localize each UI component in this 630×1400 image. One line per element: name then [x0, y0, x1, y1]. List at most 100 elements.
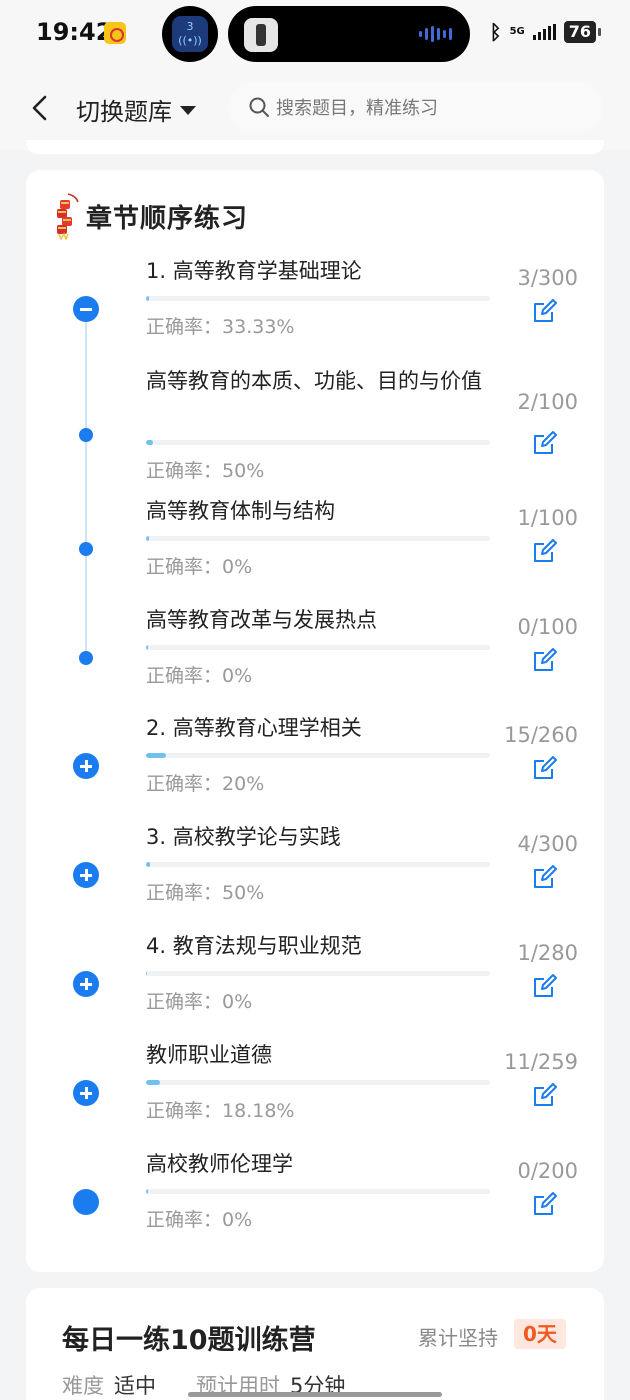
progress-bar [146, 645, 490, 650]
streak-badge: 0天 [514, 1319, 566, 1349]
bubble-badge: 3 [186, 20, 194, 33]
question-count: 4/300 [517, 832, 578, 856]
bluetooth-icon: ᛒ [489, 20, 502, 44]
streak-label: 累计坚持 [418, 1326, 498, 1350]
difficulty-value: 适中 [114, 1374, 156, 1398]
chapter-item[interactable]: 教师职业道德 正确率：18.18% 11/259 [26, 1042, 604, 1142]
chapter-item[interactable]: 2. 高等教育心理学相关 正确率：20% 15/260 [26, 715, 604, 815]
home-indicator[interactable] [188, 1392, 442, 1397]
dynamic-island[interactable] [228, 6, 470, 62]
status-time: 19:42 [36, 18, 113, 46]
expand-icon[interactable] [73, 971, 99, 997]
progress-fill [146, 296, 150, 301]
accuracy-value: 20% [222, 773, 265, 795]
accuracy-value: 0% [222, 1209, 253, 1231]
accuracy-value: 50% [222, 882, 265, 904]
chapter-item[interactable]: 高等教育体制与结构 正确率：0% 1/100 [26, 498, 604, 598]
collapse-icon[interactable] [73, 296, 99, 322]
chapter-item[interactable]: 高校教师伦理学 正确率：0% 0/200 [26, 1151, 604, 1251]
timeline-dot-icon [73, 1189, 99, 1215]
section-title: 章节顺序练习 [86, 203, 249, 234]
question-count: 2/100 [517, 390, 578, 414]
edit-practice-icon[interactable] [532, 864, 558, 890]
chapter-title[interactable]: 教师职业道德 [146, 1042, 496, 1069]
accuracy-label: 正确率： [146, 316, 223, 338]
edit-practice-icon[interactable] [532, 1191, 558, 1217]
accuracy-value: 50% [222, 460, 265, 482]
progress-bar [146, 1080, 490, 1085]
edit-practice-icon[interactable] [532, 647, 558, 673]
accuracy-value: 0% [222, 556, 253, 578]
accuracy-label: 正确率： [146, 882, 223, 904]
accuracy-value: 0% [222, 991, 253, 1013]
accuracy-text: 正确率：20% [146, 769, 264, 796]
accuracy-text: 正确率：0% [146, 987, 252, 1014]
progress-bar [146, 536, 490, 541]
chapter-title[interactable]: 高校教师伦理学 [146, 1151, 496, 1178]
chapter-item[interactable]: 高等教育的本质、功能、目的与价值 正确率：50% 2/100 [26, 368, 604, 482]
chapter-title[interactable]: 高等教育改革与发展热点 [146, 607, 496, 634]
chapter-practice-card: 章节顺序练习 1. 高等教育学基础理论 正确率：33.33% 3/300 高等教育的本… [26, 170, 604, 1272]
edit-practice-icon[interactable] [532, 430, 558, 456]
daily-title: 每日一练10题训练营 [62, 1325, 316, 1356]
chapter-item[interactable]: 1. 高等教育学基础理论 正确率：33.33% 3/300 [26, 258, 604, 358]
accuracy-text: 正确率：50% [146, 456, 264, 483]
chapter-title[interactable]: 2. 高等教育心理学相关 [146, 715, 496, 742]
notification-app-icon [104, 22, 126, 44]
switch-bank-dropdown[interactable]: 切换题库 [76, 92, 196, 127]
accuracy-label: 正确率： [146, 1100, 223, 1122]
search-placeholder: 搜索题目，精准练习 [276, 98, 438, 119]
question-count: 1/280 [517, 941, 578, 965]
broadcast-icon: 3 ((•)) [172, 16, 208, 52]
previous-card-edge [26, 140, 604, 154]
accuracy-label: 正确率： [146, 1209, 223, 1231]
expand-icon[interactable] [73, 1080, 99, 1106]
chapter-item[interactable]: 高等教育改革与发展热点正确率：0% 0/100 [26, 607, 604, 707]
progress-bar [146, 862, 490, 867]
progress-bar [146, 1189, 490, 1194]
media-thumbnail [244, 18, 278, 52]
chapter-title[interactable]: 高等教育体制与结构 [146, 498, 496, 525]
status-bar: 19:42 3 ((•)) ᛒ 5G 76 [0, 0, 630, 70]
progress-bar [146, 296, 490, 301]
question-count: 15/260 [504, 723, 578, 747]
accuracy-text: 正确率：33.33% [146, 312, 294, 339]
edit-practice-icon[interactable] [532, 1082, 558, 1108]
progress-fill [146, 536, 150, 541]
chevron-left-icon[interactable] [30, 95, 48, 121]
accuracy-text: 正确率：0% [146, 552, 252, 579]
chapter-item[interactable]: 4. 教育法规与职业规范 正确率：0% 1/280 [26, 933, 604, 1033]
accuracy-label: 正确率： [146, 665, 223, 687]
chapter-title[interactable]: 高等教育的本质、功能、目的与价值 [146, 368, 496, 395]
progress-fill [146, 971, 148, 976]
question-count: 1/100 [517, 506, 578, 530]
edit-practice-icon[interactable] [532, 298, 558, 324]
progress-bar [146, 971, 490, 976]
signal-icon [532, 24, 556, 40]
timeline-dot-icon [79, 542, 93, 556]
accuracy-text: 正确率：0% [146, 1205, 252, 1232]
edit-practice-icon[interactable] [532, 973, 558, 999]
progress-bar [146, 440, 490, 445]
expand-icon[interactable] [73, 753, 99, 779]
chapter-title[interactable]: 3. 高校教学论与实践 [146, 824, 496, 851]
section-header: 章节顺序练习 [52, 192, 248, 240]
progress-fill [146, 440, 153, 445]
question-count: 0/100 [517, 615, 578, 639]
battery-icon: 76 [563, 21, 602, 43]
expand-icon[interactable] [73, 862, 99, 888]
accuracy-text: 正确率：50% [146, 878, 264, 905]
network-type: 5G [509, 26, 525, 37]
chapter-title[interactable]: 1. 高等教育学基础理论 [146, 258, 496, 285]
chapter-title[interactable]: 4. 教育法规与职业规范 [146, 933, 496, 960]
live-activity-bubble[interactable]: 3 ((•)) [162, 6, 218, 62]
daily-practice-card[interactable]: 每日一练10题训练营 累计坚持 0天 难度 适中 预计用时 5分钟 [26, 1288, 604, 1400]
search-input[interactable]: 搜索题目，精准练习 [228, 82, 603, 132]
chapter-item[interactable]: 3. 高校教学论与实践 正确率：50% 4/300 [26, 824, 604, 924]
accuracy-label: 正确率： [146, 991, 223, 1013]
firecracker-icon [57, 193, 79, 240]
accuracy-value: 0% [222, 665, 253, 687]
progress-fill [146, 753, 166, 758]
edit-practice-icon[interactable] [532, 538, 558, 564]
edit-practice-icon[interactable] [532, 755, 558, 781]
